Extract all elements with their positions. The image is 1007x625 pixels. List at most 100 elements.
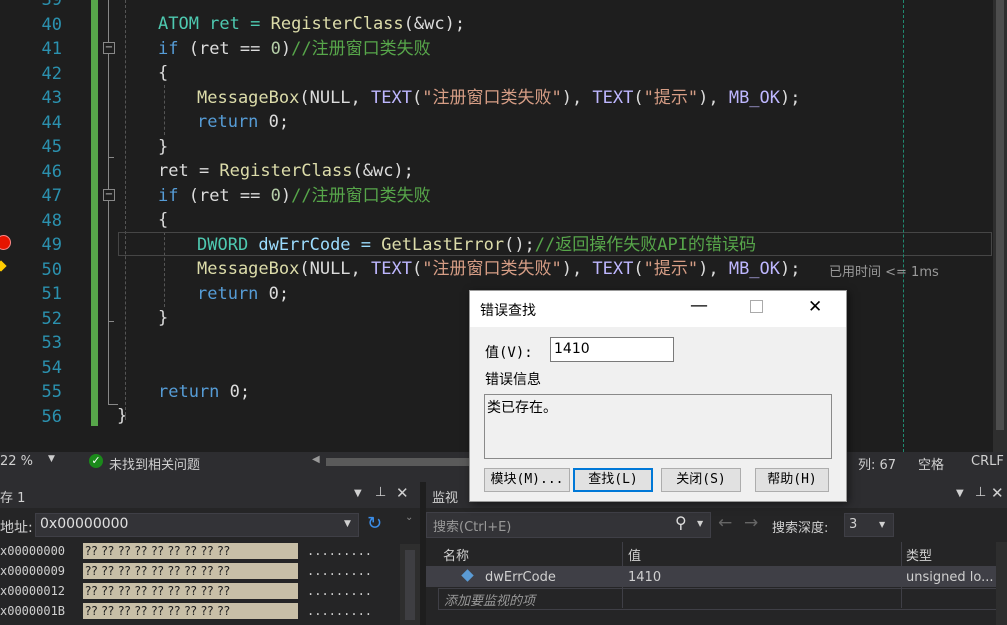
error-message-text: 类已存在。 [487, 400, 557, 416]
code-line-55[interactable]: return 0; [158, 380, 250, 405]
watch-search-input[interactable]: 搜索(Ctrl+E) ⚲ ▼ [426, 512, 711, 538]
code-line-46[interactable]: ret = RegisterClass(&wc); [158, 159, 414, 184]
code-line-56[interactable]: } [117, 404, 127, 429]
help-button[interactable]: 帮助(H) [755, 468, 829, 492]
address-value: 0x00000000 [40, 516, 129, 532]
code-line-51[interactable]: return 0; [197, 282, 289, 307]
memory-panel: 存 1 ▼ ⊥ ✕ 地址: 0x00000000 ▼ ↻ ⌄ x00000000… [0, 482, 420, 625]
scroll-left-icon[interactable]: ◀ [312, 454, 320, 465]
chevron-down-icon[interactable]: ▼ [48, 454, 55, 464]
fold-collapse-icon[interactable]: − [103, 42, 115, 54]
watch-panel-title[interactable]: 监视 [432, 487, 458, 506]
find-button[interactable]: 查找(L) [573, 468, 653, 492]
memory-ascii[interactable]: ......... [307, 604, 372, 618]
memory-scrollbar[interactable] [400, 544, 420, 625]
line-number: 50 [41, 259, 62, 280]
address-input[interactable]: 0x00000000 ▼ [35, 513, 359, 537]
code-line-47[interactable]: if (ret == 0)//注册窗口类失败 [158, 184, 431, 209]
back-arrow-icon[interactable]: ← [718, 513, 732, 533]
code-line-48[interactable]: { [158, 208, 168, 233]
search-icon[interactable]: ⚲ [675, 513, 687, 532]
error-info-label: 错误信息 [485, 372, 541, 388]
module-button[interactable]: 模块(M)... [484, 468, 570, 492]
close-icon[interactable]: ✕ [396, 484, 409, 502]
memory-address: x00000012 [0, 584, 66, 598]
dropdown-icon[interactable]: ▼ [956, 488, 964, 499]
memory-ascii[interactable]: ......... [307, 564, 372, 578]
watch-row-type[interactable]: unsigned lo... [906, 570, 993, 585]
pin-icon[interactable]: ⊥ [975, 485, 986, 500]
memory-ascii[interactable]: ......... [307, 544, 372, 558]
value-label: 值(V): [485, 345, 533, 361]
column-type[interactable]: 类型 [906, 545, 932, 564]
issues-status[interactable]: 未找到相关问题 [109, 454, 200, 473]
code-line-49[interactable]: DWORD dwErrCode = GetLastError();//返回操作失… [197, 233, 756, 258]
scroll-thumb[interactable] [996, 0, 1004, 430]
pin-icon[interactable]: ⊥ [375, 485, 386, 500]
maximize-icon[interactable] [750, 300, 763, 313]
memory-address: x0000001B [0, 604, 66, 618]
line-number: 44 [41, 112, 62, 133]
fold-guide [108, 158, 109, 189]
line-number: 47 [41, 186, 62, 206]
watch-row-name[interactable]: dwErrCode [485, 570, 556, 585]
code-line-43[interactable]: MessageBox(NULL, TEXT("注册窗口类失败"), TEXT("… [197, 86, 801, 111]
line-number: 51 [41, 284, 62, 304]
line-number: 42 [41, 63, 62, 84]
line-number: 39 [41, 0, 62, 10]
indicator-margin[interactable] [0, 0, 12, 452]
column-value[interactable]: 值 [628, 545, 641, 564]
cursor-column[interactable]: 列: 67 [858, 454, 896, 473]
code-line-52[interactable]: } [158, 306, 168, 331]
horizontal-scroll-thumb[interactable] [326, 458, 469, 466]
code-line-50[interactable]: MessageBox(NULL, TEXT("注册窗口类失败"), TEXT("… [197, 257, 801, 282]
search-depth-value: 3 [849, 517, 858, 532]
add-watch-hint[interactable]: 添加要监视的项 [444, 590, 535, 609]
memory-hex[interactable]: ?? ?? ?? ?? ?? ?? ?? ?? ?? [83, 603, 298, 619]
line-number: 52 [41, 308, 62, 329]
code-line-40[interactable]: ATOM ret = RegisterClass(&wc); [158, 12, 465, 37]
line-number: 55 [41, 382, 62, 402]
line-number: 45 [41, 137, 62, 157]
memory-ascii[interactable]: ......... [307, 584, 372, 598]
close-icon[interactable]: ✕ [991, 484, 1004, 502]
memory-hex[interactable]: ?? ?? ?? ?? ?? ?? ?? ?? ?? [83, 583, 298, 599]
code-line-42[interactable]: { [158, 61, 168, 86]
dropdown-icon[interactable]: ▼ [354, 488, 362, 499]
search-depth-select[interactable]: 3 ▼ [844, 513, 894, 537]
watch-row-value[interactable]: 1410 [628, 570, 661, 585]
close-button[interactable]: 关闭(S) [661, 468, 741, 492]
chevron-down-icon[interactable]: ▼ [697, 519, 703, 528]
memory-address: x00000009 [0, 564, 66, 578]
code-line-44[interactable]: return 0; [197, 110, 289, 135]
memory-hex[interactable]: ?? ?? ?? ?? ?? ?? ?? ?? ?? [83, 543, 298, 559]
refresh-icon[interactable]: ↻ [367, 513, 382, 534]
perf-tip[interactable]: 已用时间 <= 1ms [829, 261, 939, 280]
column-name[interactable]: 名称 [443, 545, 469, 564]
close-icon[interactable]: ✕ [808, 297, 822, 317]
editor-vertical-scrollbar[interactable] [993, 0, 1007, 452]
zoom-level[interactable]: 22 % [0, 454, 33, 469]
code-line-45[interactable]: } [158, 135, 168, 160]
watch-scrollbar[interactable] [996, 542, 1007, 625]
indent-guide [164, 85, 165, 135]
indent-mode[interactable]: 空格 [918, 454, 944, 473]
memory-scroll-thumb[interactable] [405, 550, 415, 620]
code-line-41[interactable]: if (ret == 0)//注册窗口类失败 [158, 37, 431, 62]
chevron-down-icon[interactable]: ▼ [879, 520, 885, 529]
overflow-icon[interactable]: ⌄ [405, 512, 413, 523]
error-message-box[interactable]: 类已存在。 [484, 394, 832, 459]
chevron-down-icon[interactable]: ▼ [344, 519, 351, 529]
fold-collapse-icon[interactable]: − [103, 189, 115, 201]
value-input[interactable]: 1410 [550, 337, 674, 362]
watch-panel: 监视 ▼ ⊥ ✕ 搜索(Ctrl+E) ⚲ ▼ ← → 搜索深度: 3 ▼ 名称… [426, 482, 1007, 625]
memory-panel-title[interactable]: 存 1 [0, 487, 25, 506]
forward-arrow-icon[interactable]: → [744, 513, 758, 533]
line-ending[interactable]: CRLF [971, 454, 1004, 469]
minimize-icon[interactable]: — [690, 295, 708, 316]
search-depth-label: 搜索深度: [772, 521, 829, 536]
memory-hex[interactable]: ?? ?? ?? ?? ?? ?? ?? ?? ?? [83, 563, 298, 579]
search-placeholder: 搜索(Ctrl+E) [433, 520, 512, 535]
line-number: 56 [41, 406, 62, 427]
dialog-title: 错误查找 [480, 303, 536, 319]
